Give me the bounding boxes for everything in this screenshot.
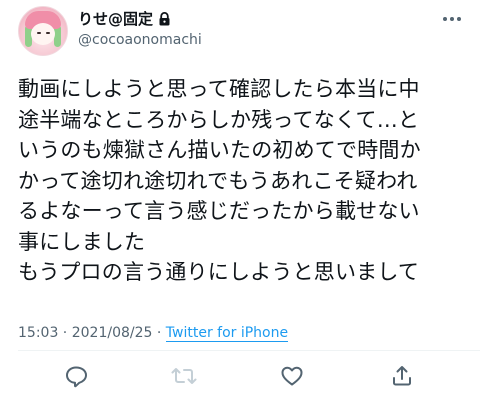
tweet-text-line: もうプロの言う通りにしようと思いまして <box>18 260 420 284</box>
author-display-name[interactable]: りせ@固定 <box>78 8 153 29</box>
action-bar <box>0 358 480 398</box>
retweet-icon <box>171 364 197 392</box>
tweet-text-line: かって途切れ途切れでもうあれこそ疑われ <box>18 168 418 193</box>
share-button[interactable] <box>386 362 418 394</box>
tweet-text-line: いうのも煉獄さん描いたの初めてで時間か <box>18 138 421 162</box>
avatar-eye-right <box>46 32 50 34</box>
avatar-eye-left <box>37 32 41 34</box>
tweet-text: 動画にしようと思って確認したら本当に中 途半端なところからしか残ってなくて…と … <box>18 74 468 288</box>
like-icon <box>280 364 304 392</box>
share-icon <box>390 364 414 392</box>
author-name-row[interactable]: りせ@固定 <box>78 8 171 29</box>
reply-icon <box>64 364 88 392</box>
tweet-header: りせ@固定 @cocoaonomachi <box>18 6 468 56</box>
tweet-text-line: るよなーって言う感じだったから載せない <box>18 199 420 223</box>
reply-button[interactable] <box>60 362 92 394</box>
tweet-meta: 15:03 · 2021/08/25 · Twitter for iPhone <box>18 325 289 342</box>
tweet-text-line: 動画にしようと思って確認したら本当に中 <box>18 77 420 101</box>
retweet-button[interactable] <box>168 362 200 394</box>
tweet-card: りせ@固定 @cocoaonomachi 動画にしようと思って確認したら本当に中… <box>0 0 480 408</box>
author-handle[interactable]: @cocoaonomachi <box>78 32 202 48</box>
divider <box>18 350 480 351</box>
meta-separator: · <box>58 325 72 341</box>
tweet-date[interactable]: 2021/08/25 <box>72 325 153 341</box>
tweet-text-line: 事にしました <box>18 229 146 254</box>
tweet-time[interactable]: 15:03 <box>18 325 58 341</box>
avatar-face <box>31 23 55 45</box>
more-icon[interactable] <box>440 14 464 24</box>
like-button[interactable] <box>276 362 308 394</box>
tweet-source-link[interactable]: Twitter for iPhone <box>165 325 289 342</box>
avatar[interactable] <box>18 6 68 56</box>
lock-icon <box>158 11 171 26</box>
tweet-text-line: 途半端なところからしか残ってなくて…と <box>18 107 420 132</box>
meta-separator: · <box>152 325 166 341</box>
